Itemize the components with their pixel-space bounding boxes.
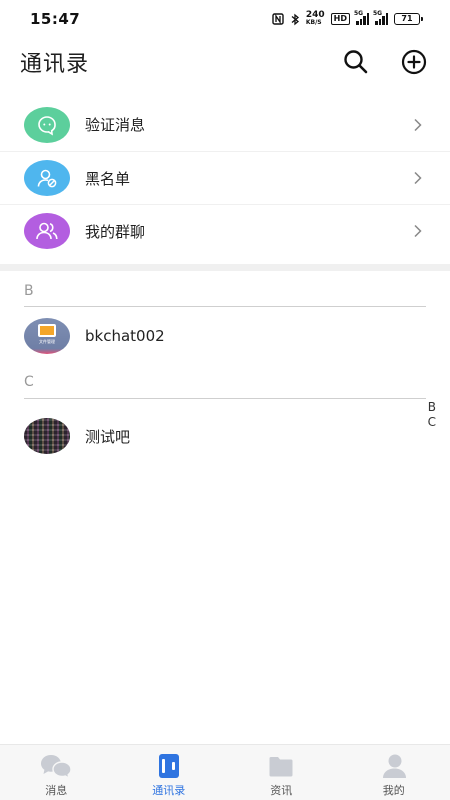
bottom-nav: 消息 通讯录 资讯 我的 xyxy=(0,744,450,800)
menu-item-my-groups[interactable]: 我的群聊 xyxy=(0,204,450,257)
nav-item-me[interactable]: 我的 xyxy=(338,745,450,800)
page-title: 通讯录 xyxy=(20,52,90,77)
menu-item-label: 黑名单 xyxy=(85,169,131,188)
net-speed: 240 KB/S xyxy=(305,10,325,27)
status-bar: 15:47 240 KB/S HD 5G 5G 71 xyxy=(0,0,450,38)
contact-list[interactable]: B 文件管理 bkchat002 C 测试吧 xyxy=(0,271,450,473)
nfc-icon xyxy=(272,13,284,25)
chat-icon xyxy=(41,755,72,779)
group-header-c: C xyxy=(24,365,426,399)
nav-item-messages[interactable]: 消息 xyxy=(0,745,113,800)
chat-bubble-icon xyxy=(38,115,56,135)
bluetooth-icon xyxy=(291,13,299,25)
contact-item[interactable]: 文件管理 bkchat002 xyxy=(0,307,450,365)
group-icon xyxy=(36,222,58,240)
nav-label: 通讯录 xyxy=(152,784,186,797)
user-blocked-icon xyxy=(37,169,57,188)
menu-item-verify-messages[interactable]: 验证消息 xyxy=(0,98,450,151)
avatar xyxy=(24,418,70,454)
nav-label: 消息 xyxy=(45,784,68,797)
user-icon xyxy=(382,754,406,778)
add-button[interactable] xyxy=(398,46,430,78)
battery-icon: 71 xyxy=(394,13,423,25)
menu-item-blacklist[interactable]: 黑名单 xyxy=(0,151,450,204)
menu-item-label: 我的群聊 xyxy=(85,222,146,241)
contacts-book-icon xyxy=(158,754,179,778)
nav-item-news[interactable]: 资讯 xyxy=(225,745,338,800)
menu-avatar xyxy=(24,160,70,196)
header: 通讯录 xyxy=(0,38,450,86)
folder-icon xyxy=(38,324,56,337)
section-divider xyxy=(0,264,450,271)
search-icon xyxy=(344,50,368,74)
index-letter-c[interactable]: C xyxy=(428,415,436,430)
search-button[interactable] xyxy=(340,46,372,78)
nav-label: 资讯 xyxy=(270,784,293,797)
folder-icon xyxy=(269,757,293,777)
nav-item-contacts[interactable]: 通讯录 xyxy=(113,745,226,800)
chevron-right-icon xyxy=(410,223,426,239)
index-letter-b[interactable]: B xyxy=(428,400,436,415)
menu-item-label: 验证消息 xyxy=(85,116,146,134)
status-icons: 240 KB/S HD 5G 5G 71 xyxy=(272,10,423,27)
plus-circle-icon xyxy=(401,49,427,75)
avatar-caption: 文件管理 xyxy=(39,339,55,344)
hd-badge: HD xyxy=(330,13,350,25)
menu-avatar xyxy=(24,106,70,143)
group-header-b: B xyxy=(24,271,426,307)
function-menu: 验证消息 黑名单 我的群聊 xyxy=(0,98,450,257)
menu-avatar xyxy=(24,213,70,249)
signal-icon: 5G xyxy=(373,10,388,25)
status-time: 15:47 xyxy=(30,10,81,28)
chevron-right-icon xyxy=(410,170,426,186)
nav-label: 我的 xyxy=(382,784,405,797)
alphabet-index[interactable]: B C xyxy=(428,400,436,430)
avatar: 文件管理 xyxy=(24,318,70,354)
contact-name: bkchat002 xyxy=(85,327,165,345)
signal-icon: 5G xyxy=(354,10,369,25)
chevron-right-icon xyxy=(410,117,426,133)
contact-name: 测试吧 xyxy=(85,427,131,446)
contact-item[interactable]: 测试吧 xyxy=(0,399,450,473)
